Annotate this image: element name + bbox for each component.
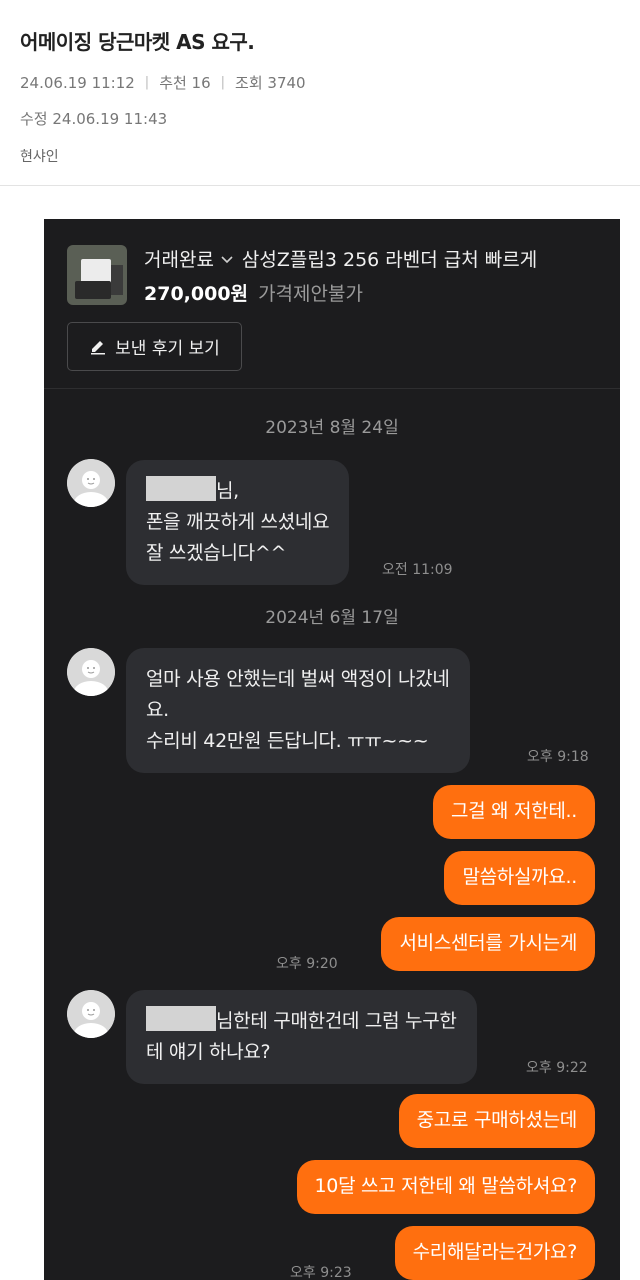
outgoing-message: 중고로 구매하셨는데 <box>398 1094 595 1148</box>
message-time: 오후 9:20 <box>276 956 338 972</box>
product-name: 삼성Z플립3 256 라벤더 급처 빠르게 <box>241 249 538 271</box>
meta-divider: | <box>220 75 226 90</box>
product-title-row: 거래완료 삼성Z플립3 256 라벤더 급처 빠르게 <box>144 245 537 272</box>
post-meta: 24.06.19 11:12 | 추천 16 | 조회 3740 <box>20 72 306 93</box>
default-avatar-icon <box>67 459 115 507</box>
product-price: 270,000원 <box>144 283 249 305</box>
post-date: 24.06.19 11:12 <box>20 73 135 92</box>
avatar[interactable] <box>67 990 115 1038</box>
default-avatar-icon <box>67 990 115 1038</box>
redacted-name <box>146 476 216 501</box>
chevron-down-icon[interactable] <box>220 252 234 266</box>
chat-screenshot: 거래완료 삼성Z플립3 256 라벤더 급처 빠르게 270,000원 가격제안… <box>44 219 620 1280</box>
product-thumbnail[interactable] <box>67 245 127 305</box>
outgoing-message: 서비스센터를 가시는게 <box>381 917 595 971</box>
outgoing-message: 말씀하실까요.. <box>444 851 595 905</box>
outgoing-message: 10달 쓰고 저한테 왜 말씀하셔요? <box>296 1160 595 1214</box>
review-button-label: 보낸 후기 보기 <box>115 339 220 359</box>
incoming-message: 님, 폰을 깨끗하게 쓰셨네요 잘 쓰겠습니다^^ <box>126 460 350 585</box>
view-sent-review-button[interactable]: 보낸 후기 보기 <box>67 322 242 371</box>
post-edited-date: 수정 24.06.19 11:43 <box>20 110 168 128</box>
price-negotiation: 가격제안불가 <box>258 283 363 305</box>
redacted-name <box>146 1006 216 1031</box>
view-count: 조회 3740 <box>235 74 306 92</box>
post-title: 어메이징 당근마켓 AS 요구. <box>20 30 255 54</box>
recommend-count: 추천 16 <box>159 74 211 92</box>
outgoing-message: 수리해달라는건가요? <box>394 1226 595 1280</box>
incoming-message: 님한테 구매한건데 그럼 누구한 테 얘기 하나요? <box>126 990 477 1084</box>
message-time: 오후 9:18 <box>527 749 589 765</box>
pencil-icon <box>91 340 106 354</box>
date-separator: 2024년 6월 17일 <box>265 608 399 628</box>
message-time: 오후 9:22 <box>526 1060 588 1076</box>
post-header: 어메이징 당근마켓 AS 요구. 24.06.19 11:12 | 추천 16 … <box>0 0 640 186</box>
default-avatar-icon <box>67 648 115 696</box>
product-price-row: 270,000원 가격제안불가 <box>144 279 363 306</box>
incoming-message: 얼마 사용 안했는데 벌써 액정이 나갔네 요. 수리비 42만원 든답니다. … <box>126 648 470 773</box>
trade-status[interactable]: 거래완료 <box>144 245 214 272</box>
avatar[interactable] <box>67 459 115 507</box>
message-time: 오전 11:09 <box>382 562 453 578</box>
date-separator: 2023년 8월 24일 <box>265 418 399 438</box>
outgoing-message: 그걸 왜 저한테.. <box>432 785 595 839</box>
avatar[interactable] <box>67 648 115 696</box>
post-author[interactable]: 현샤인 <box>20 146 59 166</box>
meta-divider: | <box>144 75 150 90</box>
message-time: 오후 9:23 <box>290 1265 352 1280</box>
product-bar: 거래완료 삼성Z플립3 256 라벤더 급처 빠르게 270,000원 가격제안… <box>44 219 620 389</box>
